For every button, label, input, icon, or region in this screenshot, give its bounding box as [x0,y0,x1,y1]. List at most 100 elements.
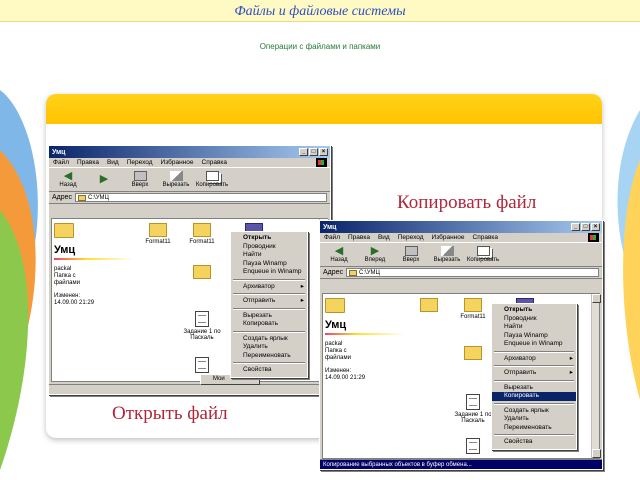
close-button[interactable]: × [591,223,600,231]
file-item[interactable] [453,346,493,362]
address-label: Адрес [52,194,73,201]
caption-open-file: Открыть файл [112,403,228,424]
menu-separator [494,379,574,382]
menu-file[interactable]: Файл [324,234,340,241]
copy-button[interactable]: Копировать [195,171,229,188]
modified-date: 14.09.00 21:29 [325,375,366,381]
menu-item-find[interactable]: Найти [231,251,307,260]
forward-arrow-icon: ▶ [370,245,380,257]
window-title: Умц [323,223,337,231]
window-titlebar[interactable]: Умц _ □ × [49,146,330,158]
menu-item-delete[interactable]: Удалить [492,415,576,424]
selected-item-type: Папка с [54,273,76,279]
menu-item-open[interactable]: Открыть [231,234,307,243]
page-title: Файлы и файловые системы [234,4,406,19]
back-arrow-icon: ◀ [334,245,344,257]
toolbar: ◀ Назад ▶ Вперед Вверх Вырезать Копировать [320,243,602,267]
menu-item-find[interactable]: Найти [492,323,576,332]
menu-help[interactable]: Справка [202,159,228,166]
menu-item-cut[interactable]: Вырезать [231,312,307,321]
folder-icon [193,223,211,237]
window-titlebar[interactable]: Умц _ □ × [320,221,602,233]
back-button[interactable]: ◀ Назад [55,171,81,189]
file-item[interactable] [182,357,222,375]
menu-bar: Файл Правка Вид Переход Избранное Справк… [320,233,602,243]
maximize-button[interactable]: □ [581,223,590,231]
menu-item-winamp-play[interactable]: Пауза Winamp [231,260,307,269]
folder-name: Умц [54,244,76,256]
file-item[interactable] [409,298,449,314]
cut-button[interactable]: Вырезать [434,246,460,263]
menu-item-properties[interactable]: Свойства [231,366,307,375]
selected-item-type: Папка с [325,348,347,354]
up-label: Вверх [131,182,149,188]
up-button[interactable]: Вверх [127,171,153,188]
menu-item-archiver[interactable]: Архиватор [231,283,307,292]
menu-separator [233,278,305,281]
copy-label: Копировать [195,182,229,188]
close-button[interactable]: × [319,148,328,156]
file-item[interactable]: Format11 [453,298,493,320]
menu-item-copy[interactable]: Копировать [231,320,307,329]
menu-go[interactable]: Переход [127,159,153,166]
menu-favorites[interactable]: Избранное [432,234,465,241]
menu-item-create-shortcut[interactable]: Создать ярлык [492,407,576,416]
menu-item-winamp-enqueue[interactable]: Enqueue in Winamp [231,268,307,277]
menu-file[interactable]: Файл [53,159,69,166]
up-button[interactable]: Вверх [398,246,424,263]
scissors-icon [169,171,183,181]
menu-item-winamp-play[interactable]: Пауза Winamp [492,332,576,341]
menu-item-delete[interactable]: Удалить [231,343,307,352]
back-button[interactable]: ◀ Назад [326,245,352,264]
status-bar: Копирование выбранных объектов в буфер о… [320,459,602,469]
vertical-scrollbar[interactable] [591,294,601,458]
menu-favorites[interactable]: Избранное [161,159,194,166]
menu-separator [233,362,305,364]
menu-edit[interactable]: Правка [77,159,99,166]
window-title: Умц [52,148,66,156]
divider [325,333,405,335]
menu-item-explorer[interactable]: Проводник [231,243,307,252]
menu-edit[interactable]: Правка [348,234,370,241]
info-pane: Умц packal Папка с файлами Изменен: 14.0… [325,298,405,382]
file-item[interactable]: Задание 1 по Паскаль [453,394,493,424]
minimize-button[interactable]: _ [571,223,580,231]
address-input[interactable]: C:\УМЦ [346,268,599,277]
menu-item-winamp-enqueue[interactable]: Enqueue in Winamp [492,340,576,349]
menu-separator [233,307,305,310]
copy-button[interactable]: Копировать [467,246,499,263]
menu-view[interactable]: Вид [378,234,390,241]
file-item[interactable]: Format11 [182,223,222,245]
selected-item-type-2: файлами [325,355,351,361]
cut-button[interactable]: Вырезать [163,171,189,188]
file-item[interactable] [182,265,222,281]
menu-item-send-to[interactable]: Отправить [231,297,307,306]
menu-item-send-to[interactable]: Отправить [492,369,576,378]
minimize-button[interactable]: _ [299,148,308,156]
menu-help[interactable]: Справка [473,234,499,241]
menu-view[interactable]: Вид [107,159,119,166]
menu-separator [494,365,574,367]
file-item[interactable]: Задание 1 по Паскаль [182,311,222,341]
forward-button[interactable]: ▶ Вперед [362,245,388,264]
file-item[interactable] [453,438,493,456]
file-item[interactable]: Format11 [138,223,178,245]
menu-item-create-shortcut[interactable]: Создать ярлык [231,335,307,344]
menu-item-properties[interactable]: Свойства [492,438,576,447]
menu-item-rename[interactable]: Переименовать [492,424,576,433]
menu-item-copy-selected[interactable]: Копировать [492,392,576,401]
menu-item-rename[interactable]: Переименовать [231,352,307,361]
menu-separator [494,350,574,353]
menu-go[interactable]: Переход [398,234,424,241]
maximize-button[interactable]: □ [309,148,318,156]
menu-item-archiver[interactable]: Архиватор [492,355,576,364]
address-value: C:\УМЦ [88,194,109,201]
address-input[interactable]: C:\УМЦ [75,193,327,202]
folder-icon [420,298,438,312]
forward-button[interactable]: ▶ [91,174,117,185]
menu-item-cut[interactable]: Вырезать [492,384,576,393]
back-label: Назад [330,257,348,263]
menu-item-explorer[interactable]: Проводник [492,315,576,324]
status-bar [49,384,330,394]
menu-item-open[interactable]: Открыть [492,306,576,315]
